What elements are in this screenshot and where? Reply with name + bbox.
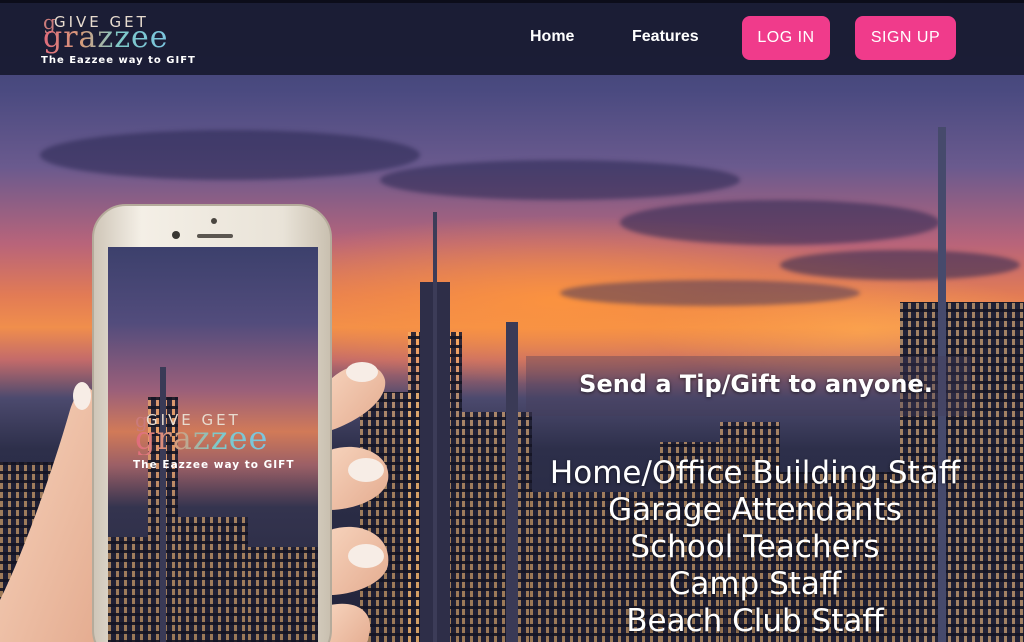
recipient-list: Home/Office Building Staff Garage Attend… xyxy=(520,455,990,640)
building xyxy=(108,537,148,642)
login-button[interactable]: LOG IN xyxy=(742,16,830,60)
cloud xyxy=(560,280,860,306)
nail xyxy=(348,458,384,482)
phone-logo-wordmark: grazzee xyxy=(135,419,269,457)
recipient-item: Garage Attendants xyxy=(608,492,902,528)
hero-headline: Send a Tip/Gift to anyone. xyxy=(579,370,933,398)
finger xyxy=(330,603,371,642)
nail xyxy=(346,362,378,382)
building xyxy=(248,547,318,642)
phone-speaker xyxy=(197,234,233,238)
phone-screen: g GIVE GET grazzee The Eazzee way to GIF… xyxy=(108,247,318,642)
signup-button[interactable]: SIGN UP xyxy=(855,16,956,60)
logo-wordmark: grazzee xyxy=(43,20,169,55)
cloud xyxy=(780,250,1020,280)
nail xyxy=(348,544,384,568)
cloud xyxy=(380,160,740,200)
phone-app-logo: g GIVE GET grazzee The Eazzee way to GIF… xyxy=(132,408,302,479)
phone-sensor xyxy=(211,218,217,224)
recipient-item: Beach Club Staff xyxy=(626,603,884,639)
building xyxy=(178,517,248,642)
phone-camera xyxy=(172,231,180,239)
building-antenna xyxy=(433,212,437,642)
phone-logo-tagline: The Eazzee way to GIFT xyxy=(133,459,295,471)
recipient-item: Camp Staff xyxy=(668,566,842,602)
top-navbar: g GIVE GET grazzee The Eazzee way to GIF… xyxy=(0,0,1024,75)
building-spire xyxy=(506,322,518,642)
logo-tagline: The Eazzee way to GIFT xyxy=(41,55,196,66)
brand-logo[interactable]: g GIVE GET grazzee The Eazzee way to GIF… xyxy=(40,10,210,71)
cloud xyxy=(620,200,940,245)
nav-link-home[interactable]: Home xyxy=(530,28,574,46)
phone-mockup: g GIVE GET grazzee The Eazzee way to GIF… xyxy=(92,204,332,642)
recipient-item: School Teachers xyxy=(630,529,880,565)
thumb xyxy=(0,387,100,642)
nav-link-features[interactable]: Features xyxy=(632,28,699,46)
recipient-item: Home/Office Building Staff xyxy=(549,455,961,491)
cloud xyxy=(40,130,420,180)
nail xyxy=(73,382,91,410)
